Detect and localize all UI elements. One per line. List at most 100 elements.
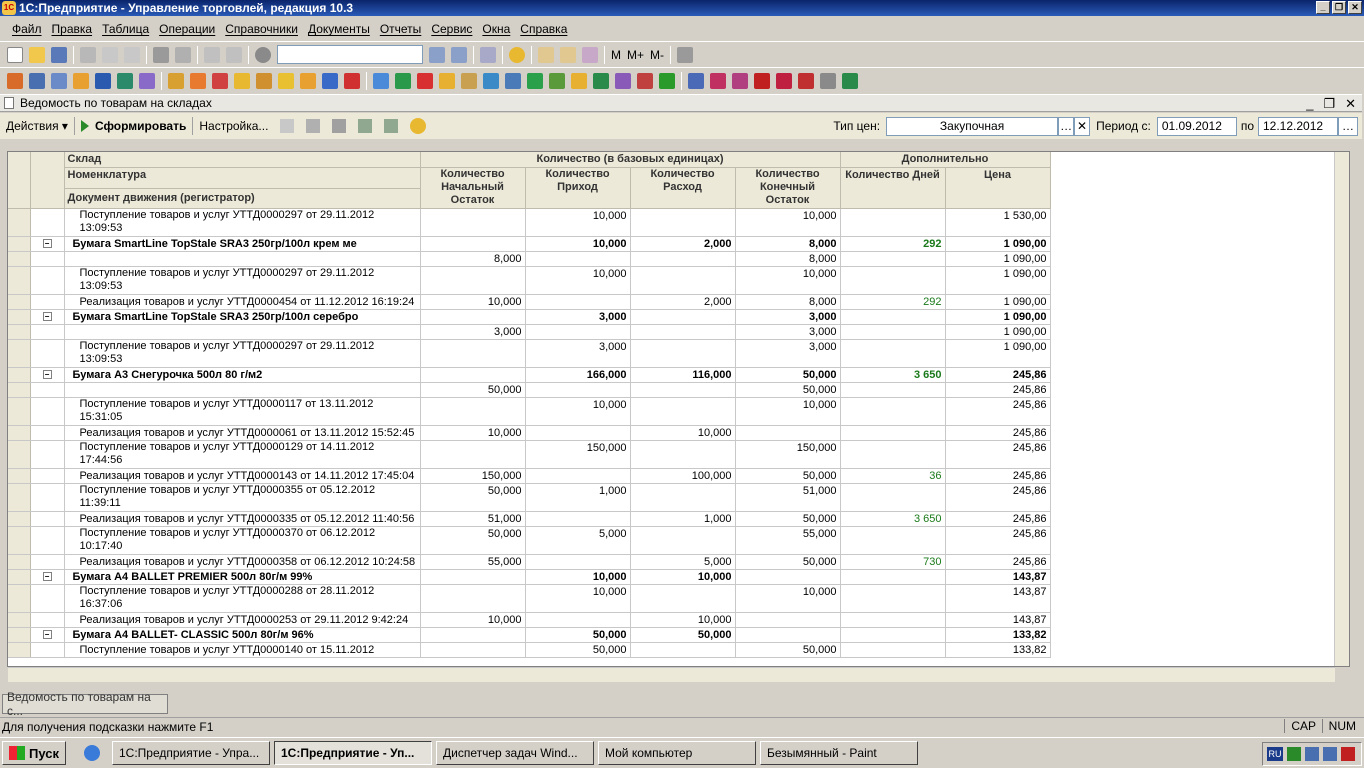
table-row[interactable]: 8,000 8,000 1 090,00 [8,251,1340,267]
operation-icon-7[interactable] [168,72,184,89]
minimize-button[interactable]: _ [1316,1,1330,14]
table-icon[interactable] [332,119,347,133]
actions-menu[interactable]: Действия ▾ [6,119,68,133]
table-row[interactable]: Поступление товаров и услуг УТТД0000117 … [8,397,1340,426]
tray-network-icon-2[interactable] [1323,747,1337,761]
menu-item-4[interactable]: Справочники [225,22,298,36]
redo-icon[interactable] [226,46,242,63]
table-row[interactable]: Поступление товаров и услуг УТТД0000140 … [8,642,1340,658]
operation-icon-23[interactable] [527,72,543,89]
menu-item-5[interactable]: Документы [308,22,370,36]
operation-icon-26[interactable] [593,72,609,89]
period-select-button[interactable]: … [1338,116,1358,136]
collapse-icon[interactable]: − [42,239,52,249]
operation-icon-36[interactable] [820,72,836,89]
operation-icon-4[interactable] [95,72,111,89]
load-icon[interactable] [358,119,373,133]
table-row[interactable]: Реализация товаров и услуг УТТД0000253 о… [8,612,1340,628]
operation-icon-28[interactable] [637,72,653,89]
group-row[interactable]: − Бумага А3 Снегурочка 500л 80 г/м2 166,00… [8,367,1340,383]
operation-icon-30[interactable] [688,72,704,89]
clipboard-icon[interactable] [582,46,598,63]
list-icon[interactable] [306,119,321,133]
tools-icon[interactable] [677,46,694,63]
calendar-icon[interactable] [560,46,576,63]
tray-icon-red[interactable] [1341,747,1355,761]
operation-icon-31[interactable] [710,72,726,89]
table-row[interactable]: 50,000 50,000 245,86 [8,382,1340,398]
collapse-icon[interactable]: − [42,370,52,380]
help-icon[interactable] [410,118,427,134]
table-row[interactable]: Реализация товаров и услуг УТТД0000143 о… [8,468,1340,484]
operation-icon-20[interactable] [461,72,477,89]
period-to-field[interactable]: 12.12.2012 [1258,116,1338,136]
paste-icon[interactable] [124,46,140,63]
operation-icon-10[interactable] [234,72,250,89]
doc-restore-button[interactable]: ❐ [1323,96,1335,112]
collapse-icon[interactable]: − [42,312,52,322]
open-folder-icon[interactable] [29,46,45,63]
search-input[interactable] [277,45,423,64]
operation-icon-8[interactable] [190,72,206,89]
operation-icon-24[interactable] [549,72,565,89]
operation-icon-3[interactable] [73,72,89,89]
table-row[interactable]: Реализация товаров и услуг УТТД0000454 о… [8,294,1340,310]
operation-icon-21[interactable] [483,72,499,89]
taskbar-item-1c-2[interactable]: 1С:Предприятие - Уп... [274,741,432,765]
operation-icon-16[interactable] [373,72,389,89]
price-type-field[interactable]: Закупочная [886,116,1059,136]
taskbar-item-1c-1[interactable]: 1С:Предприятие - Упра... [112,741,270,765]
save-settings-icon[interactable] [384,119,399,133]
vertical-scrollbar[interactable] [1334,152,1349,666]
menu-item-2[interactable]: Таблица [102,22,149,36]
operation-icon-27[interactable] [615,72,631,89]
operation-icon-12[interactable] [278,72,294,89]
taskbar-item-my-computer[interactable]: Мой компьютер [598,741,756,765]
collapse-icon[interactable]: − [42,630,52,640]
tray-network-icon[interactable] [1305,747,1319,761]
taskbar-item-paint[interactable]: Безымянный - Paint [760,741,918,765]
operation-icon-34[interactable] [776,72,792,89]
language-indicator[interactable]: RU [1267,747,1283,761]
operation-icon-6[interactable] [139,72,155,89]
memory-minus-button[interactable]: M- [650,48,664,62]
table-row[interactable]: Поступление товаров и услуг УТТД0000370 … [8,526,1340,555]
operation-icon-29[interactable] [659,72,675,89]
operation-icon-32[interactable] [732,72,748,89]
table-row[interactable]: Поступление товаров и услуг УТТД0000297 … [8,339,1340,368]
report-icon-button[interactable] [280,119,295,133]
operation-icon-19[interactable] [439,72,455,89]
operation-icon-37[interactable] [842,72,858,89]
doc-minimize-button[interactable]: _ [1306,96,1313,112]
find-next-icon[interactable] [429,46,445,63]
table-row[interactable]: Поступление товаров и услуг УТТД0000297 … [8,266,1340,295]
memory-button[interactable]: M [611,48,621,62]
windows-icon[interactable] [480,46,496,63]
menu-item-0[interactable]: Файл [12,22,42,36]
operation-icon-15[interactable] [344,72,360,89]
operation-icon-2[interactable] [51,72,67,89]
menu-item-8[interactable]: Окна [482,22,510,36]
price-type-clear-button[interactable]: ✕ [1074,116,1091,136]
print-preview-icon[interactable] [175,46,191,63]
menu-item-6[interactable]: Отчеты [380,22,421,36]
operation-icon-5[interactable] [117,72,133,89]
table-row[interactable]: Реализация товаров и услуг УТТД0000358 о… [8,554,1340,570]
menu-item-3[interactable]: Операции [159,22,215,36]
calculator-icon[interactable] [538,46,554,63]
operation-icon-13[interactable] [300,72,316,89]
operation-icon-17[interactable] [395,72,411,89]
operation-icon-14[interactable] [322,72,338,89]
menu-item-1[interactable]: Правка [52,22,93,36]
operation-icon-0[interactable] [7,72,23,89]
menu-item-9[interactable]: Справка [520,22,567,36]
save-icon[interactable] [51,46,67,63]
close-button[interactable]: ✕ [1348,1,1362,14]
info-icon[interactable] [509,46,525,63]
price-type-select-button[interactable]: … [1058,116,1075,136]
memory-plus-button[interactable]: M+ [627,48,644,62]
tray-icon-1[interactable] [1287,747,1301,761]
taskbar-item-task-manager[interactable]: Диспетчер задач Wind... [436,741,594,765]
operation-icon-33[interactable] [754,72,770,89]
period-from-field[interactable]: 01.09.2012 [1156,116,1237,136]
